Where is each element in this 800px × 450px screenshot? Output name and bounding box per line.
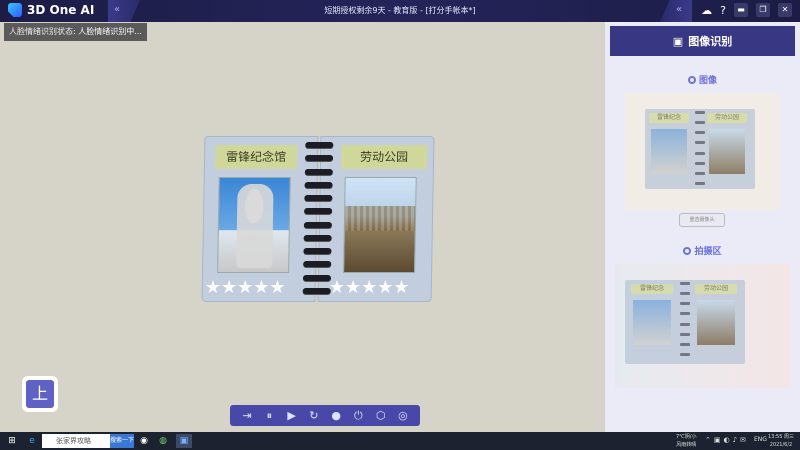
left-page: 雷锋纪念馆 ★★★★★ bbox=[201, 136, 319, 302]
title-bar: 3D One AI « 短期授权剩余9天 - 教育版 - [打分手帐本*] « … bbox=[0, 0, 800, 22]
play-icon[interactable]: ▶ bbox=[285, 409, 298, 422]
chat-icon[interactable]: ◉ bbox=[138, 434, 150, 448]
emotion-status: 人脸情绪识别状态: 人脸情绪识别中... bbox=[4, 23, 147, 41]
enter-icon[interactable]: ⇥ bbox=[241, 409, 254, 422]
radio-icon bbox=[687, 76, 696, 84]
image-section-title: 图像 bbox=[605, 73, 800, 86]
power-icon[interactable]: ⏻ bbox=[352, 409, 365, 422]
radio-icon bbox=[683, 247, 692, 255]
status-value: 人脸情绪识别中... bbox=[78, 27, 142, 36]
up-button[interactable]: 上 bbox=[22, 376, 58, 412]
handbook-3d-model[interactable]: 雷锋纪念馆 ★★★★★ 劳动公园 ★★★★★ bbox=[201, 136, 435, 302]
statue-photo bbox=[217, 177, 291, 273]
tray-icons[interactable]: ⌃▣◐♪✉ bbox=[705, 436, 749, 444]
image-preview: 雷锋纪念 劳动公园 bbox=[625, 93, 780, 210]
screenshot-icon[interactable]: ◎ bbox=[396, 409, 409, 422]
left-page-label: 雷锋纪念馆 bbox=[214, 145, 298, 169]
settings-icon[interactable]: ⬡ bbox=[374, 409, 387, 422]
park-trees bbox=[344, 206, 416, 231]
browser-icon[interactable]: ◍ bbox=[156, 434, 170, 448]
close-button[interactable]: ✕ bbox=[778, 3, 792, 17]
minimize-button[interactable]: ▬ bbox=[734, 3, 748, 17]
refresh-icon[interactable]: ↻ bbox=[307, 409, 320, 422]
ie-icon[interactable]: e bbox=[26, 434, 38, 448]
left-rating-stars[interactable]: ★★★★★ bbox=[205, 277, 286, 298]
status-label: 人脸情绪识别状态: bbox=[9, 27, 76, 36]
stop-icon[interactable]: ● bbox=[330, 409, 343, 422]
up-button-label: 上 bbox=[26, 380, 54, 408]
statue-figure bbox=[236, 184, 274, 268]
language-indicator[interactable]: ENG bbox=[754, 436, 767, 443]
right-rating-stars[interactable]: ★★★★★ bbox=[329, 277, 410, 298]
binding-rings bbox=[302, 142, 334, 294]
panel-title: 图像识别 bbox=[688, 35, 733, 48]
pause-icon[interactable]: ⏸ bbox=[263, 409, 276, 422]
taskbar-search-input[interactable]: 张家界攻略 bbox=[42, 434, 110, 448]
clock[interactable]: 13:55 周三 2021/6/2 bbox=[768, 433, 794, 449]
windows-taskbar: ⊞ e 张家界攻略 搜索一下 ◉ ◍ ▣ 7℃阴/小 风雨转晴 ⌃▣◐♪✉ EN… bbox=[0, 432, 800, 450]
weather-widget[interactable]: 7℃阴/小 风雨转晴 bbox=[676, 433, 696, 449]
windows-start-icon[interactable]: ⊞ bbox=[6, 434, 18, 448]
right-page-label: 劳动公园 bbox=[340, 145, 428, 169]
help-icon[interactable]: ? bbox=[720, 4, 726, 17]
taskbar-search-button[interactable]: 搜索一下 bbox=[110, 434, 134, 448]
capture-area[interactable]: 雷锋纪念 劳动公园 bbox=[615, 264, 790, 388]
cloud-icon[interactable]: ☁ bbox=[701, 4, 712, 17]
capture-section-title: 拍摄区 bbox=[605, 244, 800, 257]
park-photo bbox=[343, 177, 417, 273]
select-camera-button[interactable]: 重选摄像头 bbox=[679, 213, 725, 227]
image-icon: ▣ bbox=[672, 34, 684, 48]
panel-header: ▣ 图像识别 bbox=[610, 26, 795, 56]
3done-taskbar-icon[interactable]: ▣ bbox=[176, 434, 192, 448]
restore-button[interactable]: ❐ bbox=[756, 3, 770, 17]
playback-toolbar: ⇥ ⏸ ▶ ↻ ● ⏻ ⬡ ◎ bbox=[230, 405, 420, 426]
recognition-panel: ▣ 图像识别 图像 雷锋纪念 劳动公园 拍摄区 雷锋纪念 劳动公园 bbox=[605, 22, 800, 432]
right-page: 劳动公园 ★★★★★ bbox=[317, 136, 435, 302]
